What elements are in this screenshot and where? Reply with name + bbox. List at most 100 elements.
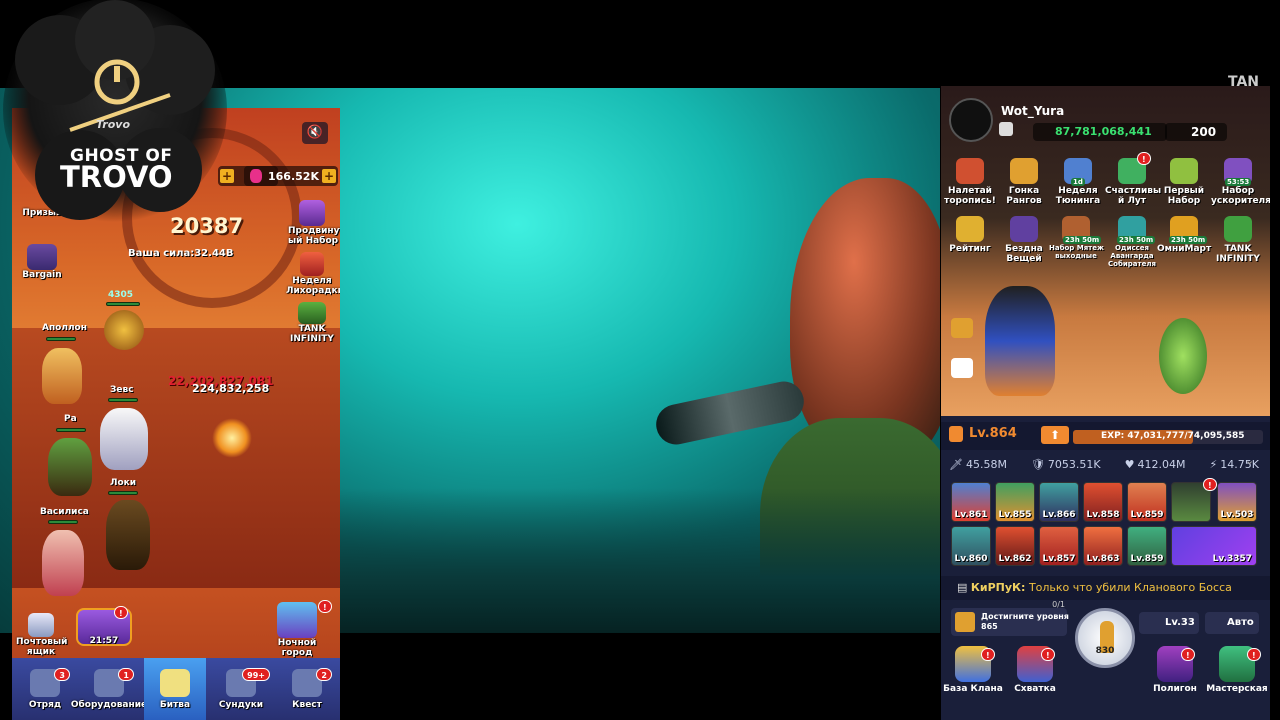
logo-brand: Trovo [96,118,131,131]
gear-slot[interactable]: Lv.855 [995,482,1035,522]
enemy-hp-bar [106,302,140,306]
nav-label: Схватка [1014,684,1056,694]
gear-level: Lv.863 [1086,554,1120,564]
event-tag: 23h 50m [1117,236,1156,244]
gear-level: Lv.859 [1130,554,1164,564]
smoke-icon [3,0,227,222]
auto-button[interactable]: Авто [1205,612,1259,634]
level-up-button[interactable]: ⬆ [1041,426,1069,444]
gems-counter: 166.52K + [244,166,338,186]
quest-icon [955,612,975,632]
event-button[interactable]: ОмниМарт [1157,216,1211,254]
hero-hp-bar [56,428,86,432]
event-label: Гонка Рангов [1006,186,1042,206]
vehicle-level-box[interactable]: Lv.33 [1139,612,1199,634]
nav-label: Оборудование [70,700,148,710]
singer-head [790,178,940,458]
event-button[interactable]: Налетай торопись! [943,158,997,206]
gear-slot[interactable]: Lv.857 [1039,526,1079,566]
hero-sprite [100,408,148,470]
gear-slot[interactable]: Lv.861 [951,482,991,522]
fever-icon [300,252,324,276]
hero-name: Зевс [110,385,134,395]
add-gems-icon[interactable]: + [322,169,336,183]
event-button[interactable]: Первый Набор [1157,158,1211,206]
gear-slot[interactable]: Lv.503 [1217,482,1257,522]
event-tag: 23h 50m [1063,236,1102,244]
castle-icon[interactable] [999,122,1013,136]
currency-value: 87,781,068,441 [1055,125,1152,138]
event-timer: 21:57 [89,636,119,646]
nav-clan-base[interactable]: База Клана [941,646,1005,694]
health-stat: ♥ 412.04M [1125,454,1186,474]
gear-level: Lv.859 [1130,510,1164,520]
event-button[interactable]: Гонка Рангов [997,158,1051,206]
event-label: Бездна Вещей [1005,244,1043,264]
nav-range[interactable]: Полигон [1143,646,1207,694]
sword-icon: 🗡 [949,457,963,471]
gear-level: Lv.866 [1042,510,1076,520]
gear-slot[interactable]: Lv.863 [1083,526,1123,566]
chevron-down-icon[interactable]: ⌄ [1245,454,1254,467]
nav-label: Битва [159,700,191,710]
quest-box[interactable]: Достигните уровня 865 0/1 [951,600,1069,636]
alert-badge: ! [318,600,332,613]
gear-slot[interactable]: Lv.862 [995,526,1035,566]
mail-icon[interactable] [951,318,973,338]
nav-squad[interactable]: Отряд 3 [14,658,76,720]
nav-chests[interactable]: Сундуки 99+ [210,658,272,720]
power-label: Ваша сила:32.44B [128,248,234,259]
vehicle-slot[interactable]: Lv.3357 [1171,526,1257,566]
gear-slot[interactable]: Lv.859 [1127,482,1167,522]
nav-battle[interactable]: Схватка [1003,646,1067,694]
nav-equipment[interactable]: Оборудование 1 [71,658,147,720]
nav-badge: 3 [54,668,70,681]
gear-slot[interactable]: Lv.866 [1039,482,1079,522]
nav-quest[interactable]: Квест 2 [276,658,338,720]
event-button[interactable]: Счастливы й Лут [1105,158,1162,206]
alert-badge: ! [1181,648,1195,661]
fire-button[interactable]: 830 [1075,608,1135,668]
event-button[interactable]: Бездна Вещей [997,216,1051,264]
event-icon [956,158,984,184]
crossed-swords-icon [160,669,190,697]
alert-badge: ! [1041,648,1055,661]
avatar[interactable] [949,98,993,142]
mailbox-label: Почтовый ящик [16,637,68,657]
hero-sprite [48,438,92,496]
hero-hp-bar [46,337,76,341]
gear-slot[interactable]: Lv.858 [1083,482,1123,522]
event-label: Счастливы й Лут [1105,186,1162,206]
nav-badge: 99+ [242,668,270,681]
alert-badge: ! [1203,478,1217,491]
nav-label: Мастерская [1206,684,1268,694]
gear-slot[interactable]: Lv.860 [951,526,991,566]
hero-hp-bar [108,491,138,495]
stats-row: 🗡 45.58M 🛡 7053.51K ♥ 412.04M ⚡ 14.75K [949,454,1263,474]
event-button[interactable]: TANK INFINITY [1211,216,1265,264]
chat-bar[interactable]: ▤ КиРПуК: Только что убили Кланового Бос… [941,576,1270,600]
stat-value: 7053.51K [1047,457,1101,471]
nav-label: База Клана [943,684,1003,694]
currency-counter: 87,781,068,441 [1033,123,1167,141]
gear-slot[interactable]: Lv.859 [1127,526,1167,566]
hero-name: Ра [64,414,77,424]
event-label: Налетай торопись! [944,186,996,206]
shield-icon: 🛡 [1030,457,1045,471]
gems-value: 200 [1191,125,1217,139]
fever-week-button[interactable]: Неделя Лихорадки [286,252,340,296]
nav-battle[interactable]: Битва [144,658,206,720]
chat-icon: ▤ [957,581,968,594]
advanced-set-button[interactable]: Продвинут ый Набор [288,200,340,246]
tank-infinity-button[interactable]: TANK INFINITY [288,302,336,344]
event-label: Рейтинг [949,244,991,254]
heart-icon: ♥ [1124,457,1135,471]
mailbox-button[interactable]: Почтовый ящик [16,613,68,657]
bargain-button[interactable]: Bargain [22,244,62,280]
list-icon[interactable] [951,358,973,378]
mute-icon[interactable]: 🔇 [302,122,328,144]
defense-stat: 🛡 7053.51K [1031,454,1101,474]
event-button[interactable]: Рейтинг [943,216,997,254]
trophy-icon [956,216,984,242]
exp-text: EXP: 47,031,777/74,095,585 [1101,431,1245,441]
